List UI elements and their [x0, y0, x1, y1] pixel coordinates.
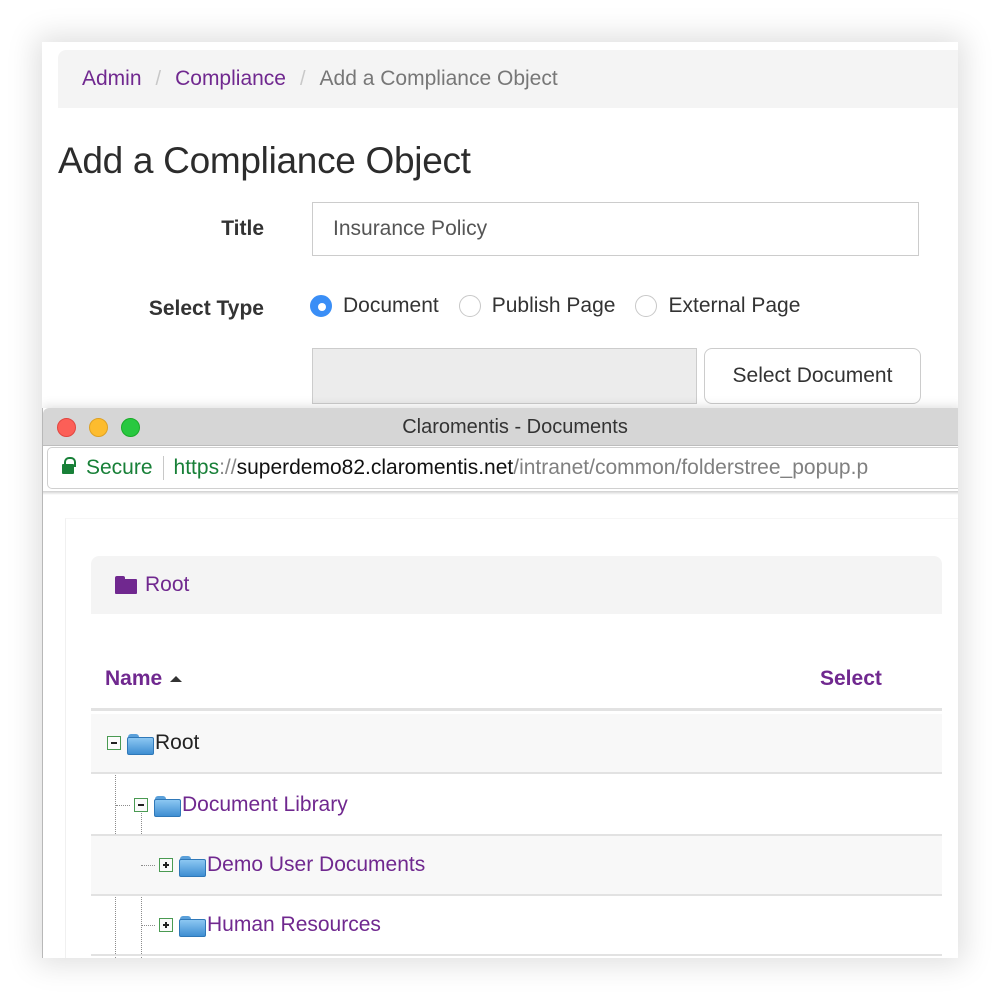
collapse-icon[interactable]: [107, 736, 121, 750]
radio-checked-icon[interactable]: [310, 295, 332, 317]
folder-icon: [179, 915, 206, 937]
breadcrumb-compliance-link[interactable]: Compliance: [175, 67, 286, 91]
title-label: Title: [221, 217, 264, 240]
tree-connector: [141, 864, 155, 866]
tree-connector: [141, 924, 155, 926]
column-header-select[interactable]: Select: [820, 667, 882, 691]
root-breadcrumb-label: Root: [145, 573, 190, 596]
selected-document-field: [312, 348, 697, 404]
radio-document[interactable]: Document: [310, 294, 439, 318]
page-title: Add a Compliance Object: [58, 140, 471, 181]
breadcrumb-admin-link[interactable]: Admin: [82, 67, 142, 91]
documents-popup-window: Claromentis - Documents Secure https ://…: [42, 408, 958, 958]
radio-external-page[interactable]: External Page: [635, 294, 800, 318]
radio-publish-page[interactable]: Publish Page: [458, 294, 616, 318]
radio-unchecked-icon[interactable]: [635, 295, 658, 317]
folder-icon: [115, 576, 137, 594]
radio-document-label: Document: [343, 294, 439, 317]
column-name-label: Name: [105, 667, 163, 690]
column-header-name[interactable]: Name: [105, 667, 183, 691]
radio-external-page-label: External Page: [668, 294, 801, 317]
title-input[interactable]: [312, 202, 919, 256]
radio-unchecked-icon[interactable]: [458, 295, 481, 317]
popup-content: Root Name Select Root Document Library D…: [65, 518, 958, 958]
url-path: /intranet/common/folderstree_popup.p: [513, 456, 869, 479]
root-breadcrumb[interactable]: Root: [91, 556, 942, 614]
main-panel: Admin / Compliance / Add a Compliance Ob…: [42, 42, 958, 958]
tree-item-document-library[interactable]: Document Library: [182, 793, 348, 817]
breadcrumb-current: Add a Compliance Object: [319, 67, 558, 90]
radio-publish-page-label: Publish Page: [491, 294, 616, 317]
breadcrumb-separator: /: [299, 67, 306, 90]
folder-icon: [154, 795, 181, 817]
tree-row: Root: [91, 714, 942, 774]
secure-label: Secure: [86, 456, 153, 479]
breadcrumb: Admin / Compliance / Add a Compliance Ob…: [58, 50, 958, 108]
expand-icon[interactable]: [159, 858, 173, 872]
table-header: Name Select: [91, 649, 942, 711]
url-slashes: ://: [219, 456, 237, 479]
breadcrumb-separator: /: [155, 67, 162, 90]
address-divider: [162, 456, 164, 480]
url-host: superdemo82.claromentis.net: [236, 456, 514, 479]
folder-open-icon: [127, 733, 154, 755]
window-titlebar[interactable]: Claromentis - Documents: [43, 408, 958, 446]
tree-row: Demo User Documents: [91, 836, 942, 896]
collapse-icon[interactable]: [134, 798, 148, 812]
tree-item-root[interactable]: Root: [155, 731, 199, 755]
tree-item-demo-user-documents[interactable]: Demo User Documents: [207, 853, 425, 877]
select-type-label: Select Type: [148, 297, 264, 320]
sort-ascending-icon: [170, 676, 183, 682]
tree-connector: [116, 804, 130, 806]
tree-row: Human Resources: [91, 896, 942, 956]
tree-row: Document Library: [91, 776, 942, 836]
url-scheme: https: [173, 456, 220, 479]
select-document-button[interactable]: Select Document: [704, 348, 921, 404]
window-title: Claromentis - Documents: [402, 416, 628, 438]
folder-icon: [179, 855, 206, 877]
tree-item-human-resources[interactable]: Human Resources: [207, 913, 381, 937]
toolbar-shadow: [43, 491, 958, 495]
expand-icon[interactable]: [159, 918, 173, 932]
lock-icon: [62, 457, 76, 476]
address-bar[interactable]: Secure https :// superdemo82.claromentis…: [47, 447, 958, 489]
type-radio-group: Document Publish Page External Page: [310, 294, 820, 318]
